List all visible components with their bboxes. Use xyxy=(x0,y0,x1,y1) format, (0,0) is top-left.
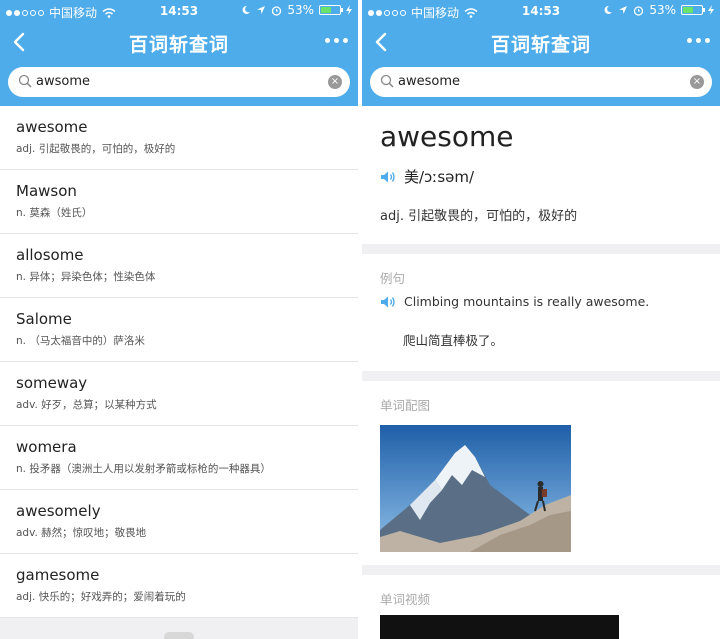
location-arrow-icon xyxy=(619,6,628,14)
result-definition: n. 异体；异染色体；性染色体 xyxy=(16,271,156,283)
status-bar: 中国移动 14:53 53% xyxy=(362,0,720,22)
moon-icon xyxy=(604,5,613,14)
battery-icon xyxy=(681,5,705,15)
nav-bar: 百词斩查词 xyxy=(362,22,720,62)
status-bar: 中国移动 14:53 53% xyxy=(0,0,358,22)
clear-icon[interactable]: × xyxy=(328,75,342,89)
result-word: gamesome xyxy=(16,566,100,584)
speaker-icon[interactable] xyxy=(380,295,396,309)
video-player[interactable] xyxy=(380,615,619,639)
battery-percent: 53% xyxy=(649,3,676,17)
search-query: awsome xyxy=(36,74,90,89)
word-detail: awesome 美/ɔːsəm/ adj. 引起敬畏的，可怕的，极好的 例句 C… xyxy=(362,106,720,639)
alarm-icon xyxy=(634,5,644,16)
result-word: Salome xyxy=(16,310,72,328)
search-input[interactable]: awesome × xyxy=(370,67,712,97)
result-definition: adj. 引起敬畏的，可怕的，极好的 xyxy=(16,143,176,155)
moon-icon xyxy=(242,5,251,14)
example-label: 例句 xyxy=(380,271,406,286)
battery-percent: 53% xyxy=(287,3,314,17)
result-word: allosome xyxy=(16,246,84,264)
speaker-icon[interactable] xyxy=(380,170,396,184)
example-translation: 爬山简直棒极了。 xyxy=(403,333,504,348)
pronunciation: 美/ɔːsəm/ xyxy=(404,168,475,186)
results-list: awesome adj. 引起敬畏的，可怕的，极好的 Mawson n. 莫森（姓氏）… xyxy=(0,106,358,618)
alarm-icon xyxy=(272,5,282,16)
page-title: 百词斩查词 xyxy=(490,34,591,56)
result-word: awesome xyxy=(16,118,88,136)
list-item[interactable]: awesome adj. 引起敬畏的，可怕的，极好的 xyxy=(0,106,358,170)
word-detail-screen: 中国移动 14:53 53% 百词斩查词 awesome × awesome 美… xyxy=(362,0,720,639)
example-sentence: Climbing mountains is really awesome. xyxy=(404,294,650,309)
scroll-handle xyxy=(164,632,194,639)
location-arrow-icon xyxy=(257,6,266,14)
charging-icon xyxy=(708,5,714,15)
search-icon xyxy=(18,74,32,88)
more-icon[interactable] xyxy=(687,38,710,43)
headword: awesome xyxy=(380,120,514,153)
more-icon[interactable] xyxy=(325,38,348,43)
battery-icon xyxy=(319,5,343,15)
word-video-card: 单词视频 xyxy=(362,575,720,639)
result-definition: n. 莫森（姓氏） xyxy=(16,207,93,219)
example-sentence-row[interactable]: Climbing mountains is really awesome. xyxy=(380,294,649,309)
header: 中国移动 14:53 53% 百词斩查词 awesome × xyxy=(362,0,720,106)
search-results-screen: 中国移动 14:53 53% 百词斩查词 awsome × awesome adj… xyxy=(0,0,358,639)
example-card: 例句 Climbing mountains is really awesome.… xyxy=(362,254,720,371)
mountain-climber-image[interactable] xyxy=(380,425,571,552)
definition: adj. 引起敬畏的，可怕的，极好的 xyxy=(380,209,578,224)
video-label: 单词视频 xyxy=(380,592,431,607)
list-item[interactable]: Salome n. （马太福音中的）萨洛米 xyxy=(0,298,358,362)
clear-icon[interactable]: × xyxy=(690,75,704,89)
page-title: 百词斩查词 xyxy=(128,34,229,56)
nav-bar: 百词斩查词 xyxy=(0,22,358,62)
pronunciation-row[interactable]: 美/ɔːsəm/ xyxy=(380,166,474,187)
list-item[interactable]: allosome n. 异体；异染色体；性染色体 xyxy=(0,234,358,298)
result-word: womera xyxy=(16,438,77,456)
word-card: awesome 美/ɔːsəm/ adj. 引起敬畏的，可怕的，极好的 xyxy=(362,106,720,244)
search-query: awesome xyxy=(398,74,460,89)
list-item[interactable]: someway adv. 好歹，总算；以某种方式 xyxy=(0,362,358,426)
result-word: awesomely xyxy=(16,502,101,520)
result-definition: adv. 赫然；惊叹地；敬畏地 xyxy=(16,527,147,539)
header: 中国移动 14:53 53% 百词斩查词 awsome × xyxy=(0,0,358,106)
result-definition: n. （马太福音中的）萨洛米 xyxy=(16,335,145,347)
result-word: Mawson xyxy=(16,182,77,200)
list-item[interactable]: gamesome adj. 快乐的；好戏弄的；爱闹着玩的 xyxy=(0,554,358,618)
result-definition: adj. 快乐的；好戏弄的；爱闹着玩的 xyxy=(16,591,186,603)
search-input[interactable]: awsome × xyxy=(8,67,350,97)
list-item[interactable]: Mawson n. 莫森（姓氏） xyxy=(0,170,358,234)
list-item[interactable]: womera n. 投矛器（澳洲土人用以发射矛箭或标枪的一种器具） xyxy=(0,426,358,490)
result-definition: n. 投矛器（澳洲土人用以发射矛箭或标枪的一种器具） xyxy=(16,463,271,475)
result-definition: adv. 好歹，总算；以某种方式 xyxy=(16,399,157,411)
word-image-card: 单词配图 xyxy=(362,381,720,565)
charging-icon xyxy=(346,5,352,15)
list-item[interactable]: awesomely adv. 赫然；惊叹地；敬畏地 xyxy=(0,490,358,554)
search-icon xyxy=(380,74,394,88)
result-word: someway xyxy=(16,374,88,392)
image-label: 单词配图 xyxy=(380,398,431,413)
